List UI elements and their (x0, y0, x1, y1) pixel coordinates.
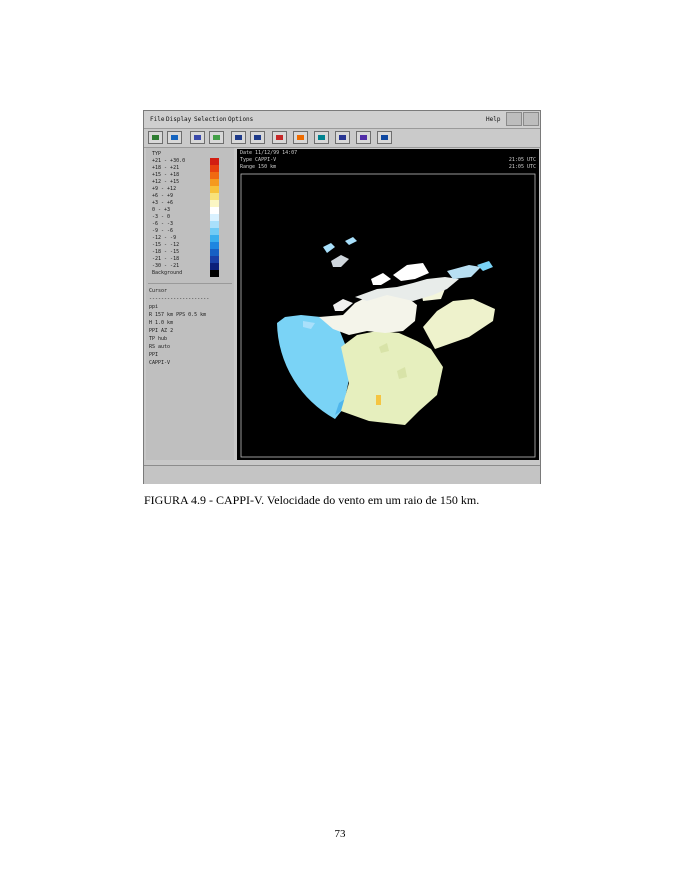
header-date: Date 11/12/99 14:07 (240, 150, 298, 156)
header-type: Type CAPPI-V (240, 157, 277, 163)
legend-panel: TYP +21 - +30.0 +18 - +21 +15 - +18 +12 … (146, 148, 234, 460)
menu-options[interactable]: Options (228, 116, 253, 123)
legend-swatch (210, 256, 219, 263)
save-icon[interactable] (209, 131, 224, 144)
legend-divider (148, 283, 232, 284)
grid-icon[interactable] (356, 131, 371, 144)
step-forward-icon[interactable] (250, 131, 265, 144)
legend-swatch (210, 207, 219, 214)
info-line: Cursor (149, 288, 168, 294)
zoom-icon[interactable] (167, 131, 182, 144)
color-palette-icon[interactable] (272, 131, 287, 144)
legend-label: -30 - -21 (152, 263, 180, 269)
radar-image (237, 171, 539, 460)
maximize-icon[interactable] (523, 112, 539, 126)
figure-caption: FIGURA 4.9 - CAPPI-V. Velocidade do vent… (144, 493, 480, 507)
info-line: ppi (149, 304, 159, 310)
info-line: -------------------- (149, 296, 210, 302)
info-line: R 157 km PPS 0.5 km (149, 312, 207, 318)
legend-label: +18 - +21 (152, 165, 180, 171)
legend-label: +15 - +18 (152, 172, 180, 178)
legend-label: -9 - -6 (152, 228, 174, 234)
toolbar (144, 129, 540, 148)
legend-label: +6 - +9 (152, 193, 174, 199)
menu-help[interactable]: Help (486, 116, 500, 123)
legend-label: -21 - -18 (152, 256, 180, 262)
display-header: Date 11/12/99 14:07 Type CAPPI-V Range 1… (237, 149, 539, 171)
legend-swatch (210, 179, 219, 186)
radar-display (237, 171, 539, 460)
legend-swatch (210, 200, 219, 207)
legend-label: +12 - +15 (152, 179, 180, 185)
legend-label: -3 - 0 (152, 214, 171, 220)
legend-swatch (210, 221, 219, 228)
legend-swatch (210, 235, 219, 242)
header-time-secondary: 21:05 UTC (508, 164, 536, 170)
info-line: PPI AZ 2 (149, 328, 174, 334)
info-line: PPI (149, 352, 159, 358)
legend-swatch (210, 228, 219, 235)
pan-right-icon[interactable] (148, 131, 163, 144)
menu-selection[interactable]: Selection (194, 116, 227, 123)
window-icon[interactable] (335, 131, 350, 144)
info-line: CAPPI-V (149, 360, 171, 366)
legend-label: +3 - +6 (152, 200, 174, 206)
legend-label: TYP (152, 151, 162, 157)
page-number: 73 (334, 828, 346, 840)
info-line: RS auto (149, 344, 171, 350)
legend-swatch (210, 242, 219, 249)
legend-label: -12 - -9 (152, 235, 177, 241)
header-time: 21:05 UTC (508, 157, 536, 163)
legend-swatch (210, 193, 219, 200)
info-line: TP hub (149, 336, 168, 342)
open-file-icon[interactable] (190, 131, 205, 144)
legend-label: +9 - +12 (152, 186, 177, 192)
legend-swatch (210, 172, 219, 179)
menu-file[interactable]: File (150, 116, 164, 123)
figure-screenshot: File Display Selection Options Help TYP … (143, 110, 541, 484)
legend-swatch (210, 186, 219, 193)
legend-label: 0 - +3 (152, 207, 171, 213)
legend-label: +21 - +30.0 (152, 158, 186, 164)
print-icon[interactable] (377, 131, 392, 144)
refresh-icon[interactable] (314, 131, 329, 144)
legend-swatch (210, 165, 219, 172)
legend-label: -18 - -15 (152, 249, 180, 255)
legend-swatch (210, 158, 219, 165)
legend-swatch (210, 263, 219, 270)
legend-swatch (210, 270, 219, 277)
menu-bar: File Display Selection Options Help (144, 111, 540, 129)
legend-label: Background (152, 270, 183, 276)
legend-swatch (210, 249, 219, 256)
legend-label: -15 - -12 (152, 242, 180, 248)
legend-label: -6 - -3 (152, 221, 174, 227)
minimize-icon[interactable] (506, 112, 522, 126)
info-line: H 1.0 km (149, 320, 174, 326)
status-bar (144, 465, 540, 484)
menu-display[interactable]: Display (166, 116, 191, 123)
line-plot-icon[interactable] (293, 131, 308, 144)
step-back-icon[interactable] (231, 131, 246, 144)
header-range: Range 150 km (240, 164, 277, 170)
legend-swatch (210, 214, 219, 221)
